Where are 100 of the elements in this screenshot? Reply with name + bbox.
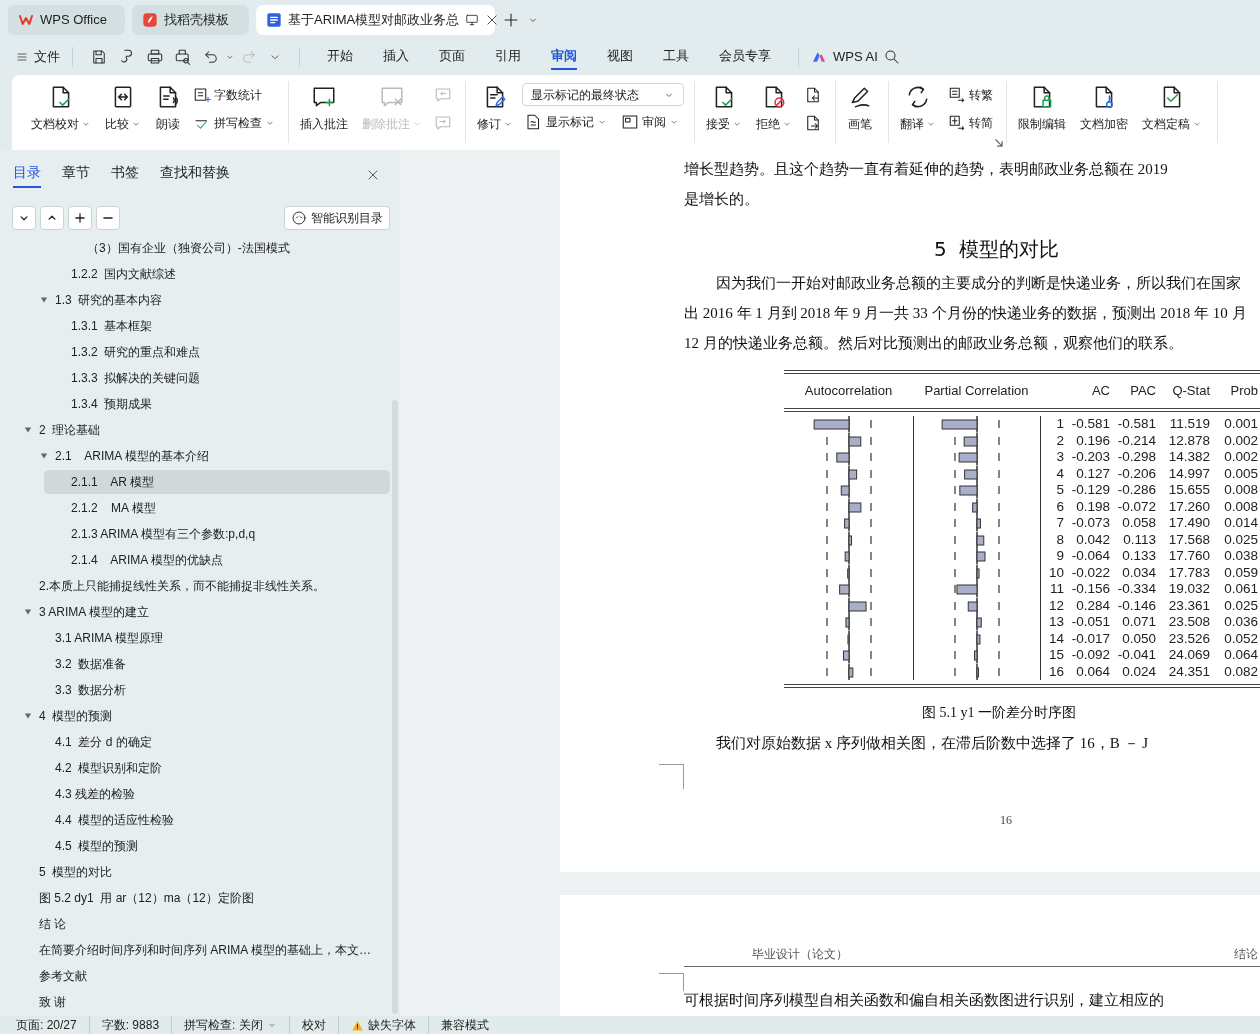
outline-item[interactable]: 2.1.2 MA 模型 bbox=[44, 496, 156, 520]
outline-item[interactable]: 1.3 研究的基本内容 bbox=[28, 288, 163, 312]
pane-tab[interactable]: 章节 bbox=[62, 162, 90, 188]
expand-triangle-icon[interactable] bbox=[24, 608, 32, 616]
ribbon-button[interactable]: 修订 bbox=[472, 81, 518, 136]
outline-item[interactable]: 图 5.2 dy1 用 ar（12）ma（12）定阶图 bbox=[12, 886, 254, 910]
pane-tab[interactable]: 查找和替换 bbox=[160, 162, 230, 188]
ribbon-tab[interactable]: 开始 bbox=[327, 42, 353, 71]
ribbon-button[interactable]: 接受 bbox=[701, 81, 747, 136]
close-icon[interactable] bbox=[485, 13, 500, 27]
ribbon-button[interactable]: 插入批注 bbox=[295, 81, 353, 136]
autocorrelation-bar bbox=[848, 502, 862, 512]
ribbon-tab[interactable]: 插入 bbox=[383, 42, 409, 71]
ribbon-button[interactable]: 审阅 bbox=[618, 110, 682, 134]
ribbon-button[interactable]: 翻译 bbox=[895, 81, 941, 136]
outline-item[interactable]: 2.1.1 AR 模型 bbox=[44, 470, 390, 494]
confidence-limit-mark bbox=[826, 501, 828, 512]
table-cell: 23.526 bbox=[1168, 630, 1210, 646]
markup-dropdown[interactable]: 显示标记的最终状态 bbox=[522, 83, 684, 106]
outline-item[interactable]: （3）国有企业（独资公司）-法国模式 bbox=[60, 236, 290, 260]
close-icon[interactable] bbox=[366, 168, 380, 182]
expand-triangle-icon[interactable] bbox=[24, 712, 32, 720]
confidence-limit-mark bbox=[870, 567, 872, 578]
outline-item[interactable]: 4.3 残差的检验 bbox=[28, 782, 135, 806]
expand-triangle-icon[interactable] bbox=[40, 452, 48, 460]
outline-item[interactable]: 1.3.2 研究的重点和难点 bbox=[44, 340, 201, 364]
pane-tab[interactable]: 目录 bbox=[13, 162, 41, 188]
browser-tab[interactable]: 找稻壳模板 bbox=[132, 5, 249, 35]
table-cell: 0.001 bbox=[1224, 416, 1258, 431]
search-icon[interactable] bbox=[882, 47, 901, 66]
body-text: 因为我们一开始对邮政业务总额的主要成分的判断是快递业务，所以我们在国家 bbox=[716, 274, 1241, 293]
outline-item[interactable]: 2.1 ARIMA 模型的基本介绍 bbox=[28, 444, 210, 468]
ribbon-tab[interactable]: 视图 bbox=[607, 42, 633, 71]
add-button[interactable] bbox=[68, 206, 92, 230]
browser-tab[interactable]: WPS Office bbox=[8, 5, 125, 35]
collapse-button[interactable] bbox=[12, 206, 36, 230]
outline-item[interactable]: 4 模型的预测 bbox=[12, 704, 113, 728]
ribbon-tab[interactable]: 会员专享 bbox=[719, 42, 771, 71]
expand-triangle-icon[interactable] bbox=[24, 426, 32, 434]
ribbon-tab[interactable]: 审阅 bbox=[551, 42, 577, 71]
confidence-limit-mark bbox=[954, 485, 956, 495]
page-header-text: 结论 bbox=[1234, 946, 1258, 963]
ribbon-button[interactable]: 文档加密 bbox=[1075, 81, 1133, 136]
ribbon-button[interactable]: 朗读 bbox=[150, 81, 186, 136]
ribbon-button[interactable]: 拼写检查 bbox=[190, 111, 278, 135]
print-icon[interactable] bbox=[146, 47, 164, 66]
ribbon-button[interactable]: 转繁 bbox=[945, 83, 996, 107]
outline-item[interactable]: 2 理论基础 bbox=[12, 418, 101, 442]
outline-item[interactable]: 参考文献 bbox=[12, 964, 87, 988]
monitor-icon[interactable] bbox=[465, 13, 480, 27]
ribbon-button[interactable]: 限制编辑 bbox=[1013, 81, 1071, 136]
outline-item[interactable]: 3.1 ARIMA 模型原理 bbox=[28, 626, 164, 650]
status-dropdown[interactable]: 拼写检查: 关闭 bbox=[184, 1016, 263, 1034]
ribbon-button[interactable]: 画笔 bbox=[842, 81, 878, 136]
outline-item[interactable]: 3.2 数据准备 bbox=[28, 652, 127, 676]
smart-toc-button[interactable]: 智能识别目录 bbox=[284, 206, 390, 230]
outline-item[interactable]: 2.本质上只能捕捉线性关系，而不能捕捉非线性关系。 bbox=[12, 574, 325, 598]
ribbon-button[interactable]: 转简 bbox=[945, 111, 996, 135]
outline-item[interactable]: 4.1 差分 d 的确定 bbox=[28, 730, 152, 754]
ribbon-tab[interactable]: 页面 bbox=[439, 42, 465, 71]
confidence-limit-mark bbox=[954, 650, 956, 660]
print-preview-icon[interactable] bbox=[174, 47, 192, 66]
ribbon-button[interactable]: 比较 bbox=[100, 81, 146, 136]
autocorrelation-bar bbox=[836, 452, 850, 463]
outline-item[interactable]: 1.3.3 拟解决的关键问题 bbox=[44, 366, 201, 390]
outline-item[interactable]: 在简要介绍时间序列和时间序列 ARIMA 模型的基础上，本文… bbox=[12, 938, 371, 962]
outline-item[interactable]: 致 谢 bbox=[12, 990, 67, 1014]
outline-item[interactable]: 1.3.4 预期成果 bbox=[44, 392, 153, 416]
outline-item[interactable]: 1.3.1 基本框架 bbox=[44, 314, 153, 338]
pane-tab[interactable]: 书签 bbox=[111, 162, 139, 188]
outline-item[interactable]: 3.3 数据分析 bbox=[28, 678, 127, 702]
table-cell: 0.002 bbox=[1224, 449, 1258, 464]
table-cell: -0.581 bbox=[1117, 416, 1156, 431]
outline-item[interactable]: 2.1.3 ARIMA 模型有三个参数:p,d,q bbox=[44, 522, 256, 546]
ribbon-button[interactable]: 文档定稿 bbox=[1137, 81, 1207, 136]
save-icon[interactable] bbox=[90, 47, 108, 66]
outline-item[interactable]: 1.2.2 国内文献综述 bbox=[44, 262, 177, 286]
remove-button[interactable] bbox=[96, 206, 120, 230]
outline-item[interactable]: 3 ARIMA 模型的建立 bbox=[12, 600, 150, 624]
ribbon-tab[interactable]: 工具 bbox=[663, 42, 689, 71]
outline-item[interactable]: 4.2 模型识别和定阶 bbox=[28, 756, 163, 780]
confidence-limit-mark bbox=[998, 534, 1000, 545]
outline-item[interactable]: 4.5 模型的预测 bbox=[28, 834, 139, 858]
ribbon-button[interactable]: 拒绝 bbox=[751, 81, 797, 136]
ribbon-tab[interactable]: 引用 bbox=[495, 42, 521, 71]
ribbon-button[interactable]: 字数统计 bbox=[190, 83, 265, 107]
ribbon-button[interactable]: 文档校对 bbox=[26, 81, 96, 136]
ai-button[interactable]: WPS AI bbox=[811, 46, 878, 67]
table-cell: 23.508 bbox=[1168, 614, 1210, 629]
browser-tab[interactable]: 基于ARIMA模型对邮政业务总 bbox=[256, 5, 495, 35]
expand-triangle-icon[interactable] bbox=[40, 296, 48, 304]
table-cell: 14.997 bbox=[1168, 465, 1210, 481]
confidence-limit-mark bbox=[998, 567, 1000, 578]
outline-item[interactable]: 4.4 模型的适应性检验 bbox=[28, 808, 175, 832]
outline-item[interactable]: 2.1.4 ARIMA 模型的优缺点 bbox=[44, 548, 224, 572]
dialog-launcher-icon[interactable] bbox=[994, 138, 1003, 147]
ribbon-button[interactable]: 显示标记 bbox=[522, 110, 610, 134]
outline-item[interactable]: 5 模型的对比 bbox=[12, 860, 113, 884]
outline-item[interactable]: 结 论 bbox=[12, 912, 67, 936]
file-menu-button[interactable]: 文件 bbox=[16, 46, 60, 67]
